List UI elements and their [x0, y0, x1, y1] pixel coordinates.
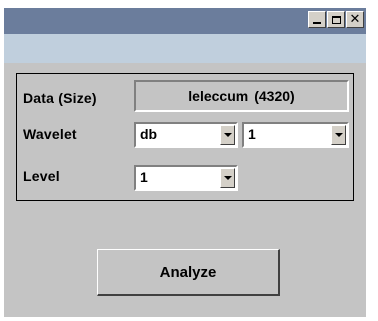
level-select[interactable]: 1	[134, 165, 238, 191]
maximize-button[interactable]	[327, 11, 345, 28]
analyze-button[interactable]: Analyze	[97, 249, 280, 296]
chevron-down-icon[interactable]	[220, 168, 235, 188]
data-size-value: (4320)	[254, 88, 295, 104]
maximize-icon	[331, 15, 341, 24]
data-signal-name: leleccum	[188, 88, 249, 104]
minimize-icon	[313, 22, 321, 24]
chevron-down-icon[interactable]	[331, 125, 346, 145]
wavelet-order-select[interactable]: 1	[242, 122, 349, 148]
wavelet-family-select[interactable]: db	[134, 122, 238, 148]
minimize-button[interactable]	[308, 11, 326, 28]
wavelet-order-value: 1	[248, 126, 256, 142]
menu-strip	[4, 34, 366, 63]
window-controls: ✕	[308, 11, 364, 28]
level-label: Level	[23, 168, 60, 184]
data-size-field: leleccum (4320)	[134, 80, 349, 112]
data-size-label: Data (Size)	[23, 90, 97, 106]
wavelet-family-value: db	[140, 126, 158, 142]
level-value: 1	[140, 169, 148, 185]
chevron-down-icon[interactable]	[220, 125, 235, 145]
title-bar[interactable]: ✕	[4, 8, 366, 34]
close-button[interactable]: ✕	[346, 11, 364, 28]
wavelet-label: Wavelet	[23, 126, 77, 142]
close-icon: ✕	[349, 12, 361, 27]
